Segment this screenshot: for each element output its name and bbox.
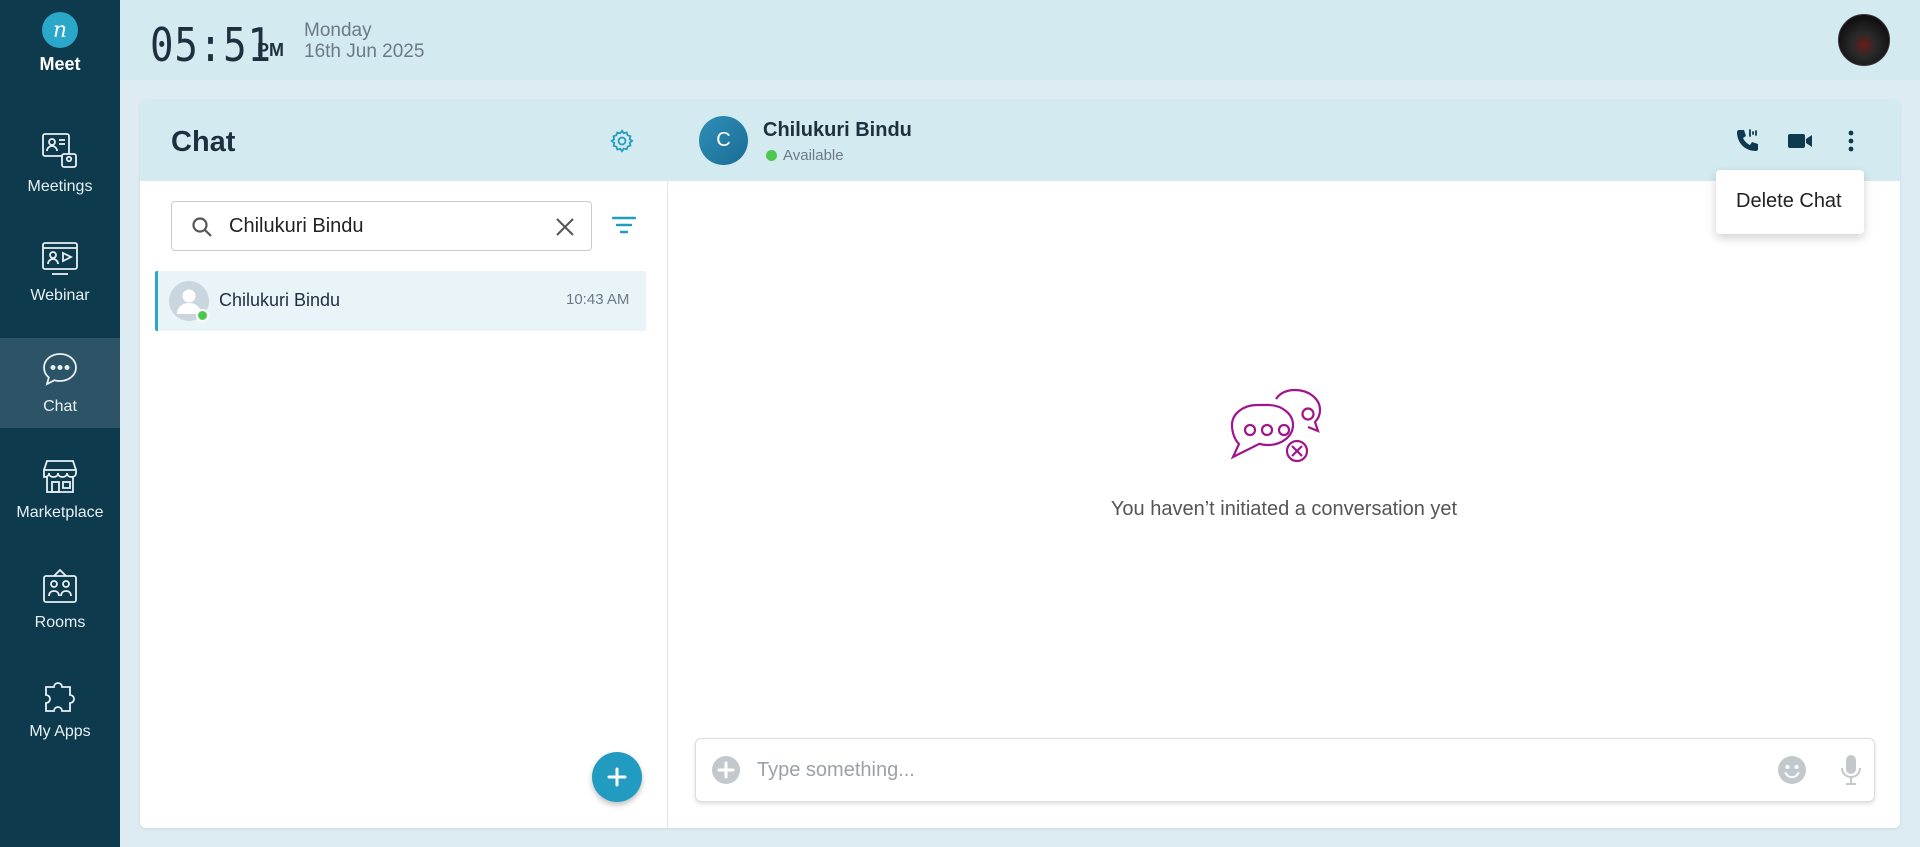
emoji-icon[interactable] bbox=[1777, 755, 1807, 785]
contact-name: Chilukuri Bindu bbox=[219, 290, 341, 310]
puzzle-icon bbox=[45, 682, 75, 712]
sidebar-item-label: Rooms bbox=[34, 614, 86, 631]
contact-time: 10:43 AM bbox=[566, 291, 630, 308]
app-logo[interactable]: n Meet bbox=[0, 12, 120, 75]
clock-date: 16th Jun 2025 bbox=[304, 41, 425, 62]
chat-icon bbox=[43, 353, 77, 386]
contact-status: Available bbox=[783, 147, 844, 164]
phone-icon bbox=[1737, 129, 1758, 151]
clock-ampm: PM bbox=[257, 40, 284, 60]
sidebar-item-chat[interactable]: Chat bbox=[0, 338, 120, 428]
new-chat-button[interactable] bbox=[592, 752, 642, 802]
top-bar bbox=[120, 0, 1920, 80]
filter-icon[interactable] bbox=[611, 214, 637, 236]
message-input[interactable]: Type something... bbox=[757, 759, 915, 782]
webinar-icon bbox=[42, 242, 78, 275]
list-item[interactable]: Chilukuri Bindu 10:43 AM bbox=[155, 271, 646, 331]
sidebar-item-label: Webinar bbox=[30, 287, 90, 304]
audio-call-button[interactable] bbox=[1732, 126, 1762, 156]
sidebar-item-rooms[interactable]: Rooms bbox=[0, 554, 120, 644]
user-avatar[interactable] bbox=[1838, 14, 1890, 66]
sidebar: n Meet Meetings Webinar Chat Marketplace… bbox=[0, 0, 120, 847]
more-options-button[interactable] bbox=[1836, 126, 1866, 156]
close-icon[interactable] bbox=[554, 216, 576, 238]
marketplace-icon bbox=[43, 460, 77, 493]
more-vertical-icon bbox=[1848, 130, 1854, 152]
clock-time: 05:51 bbox=[150, 18, 272, 72]
no-conversation-icon bbox=[1230, 388, 1322, 463]
sidebar-item-label: Marketplace bbox=[16, 504, 104, 521]
logo-text: Meet bbox=[39, 54, 81, 74]
video-call-button[interactable] bbox=[1785, 126, 1815, 156]
online-status-indicator bbox=[766, 150, 777, 161]
add-attachment-icon[interactable] bbox=[711, 755, 741, 785]
sidebar-item-marketplace[interactable]: Marketplace bbox=[0, 444, 120, 534]
online-status-indicator bbox=[196, 309, 209, 322]
contact-avatar[interactable]: C bbox=[699, 116, 748, 165]
message-composer[interactable]: Type something... bbox=[695, 738, 1875, 802]
meetings-icon bbox=[42, 133, 77, 168]
rooms-icon bbox=[43, 568, 77, 603]
sidebar-item-webinar[interactable]: Webinar bbox=[0, 227, 120, 317]
plus-icon bbox=[607, 767, 627, 787]
sidebar-item-meetings[interactable]: Meetings bbox=[0, 118, 120, 208]
empty-state-message: You haven’t initiated a conversation yet bbox=[140, 498, 1900, 521]
options-menu: Delete Chat bbox=[1716, 170, 1864, 234]
delete-chat-menu-item[interactable]: Delete Chat bbox=[1736, 190, 1842, 213]
page-title: Chat bbox=[171, 126, 236, 158]
search-value: Chilukuri Bindu bbox=[229, 215, 364, 237]
sidebar-item-my-apps[interactable]: My Apps bbox=[0, 663, 120, 753]
logo-mark-icon: n bbox=[42, 12, 78, 48]
chat-panel: Chat Chilukuri Bindu Chilukuri Bindu 10:… bbox=[140, 100, 1900, 828]
sidebar-item-label: Meetings bbox=[27, 178, 93, 195]
microphone-icon[interactable] bbox=[1839, 753, 1863, 787]
clock-day: Monday bbox=[304, 20, 372, 41]
empty-state-text: You haven’t initiated a conversation yet bbox=[1110, 498, 1458, 520]
sidebar-item-label: Chat bbox=[43, 398, 77, 415]
search-input[interactable]: Chilukuri Bindu bbox=[171, 201, 592, 251]
search-icon bbox=[192, 217, 212, 237]
video-camera-icon bbox=[1788, 134, 1812, 148]
sidebar-item-label: My Apps bbox=[29, 723, 91, 740]
panel-header bbox=[140, 100, 1900, 181]
gear-icon[interactable] bbox=[609, 128, 635, 154]
conversation-contact-name: Chilukuri Bindu bbox=[763, 119, 912, 141]
